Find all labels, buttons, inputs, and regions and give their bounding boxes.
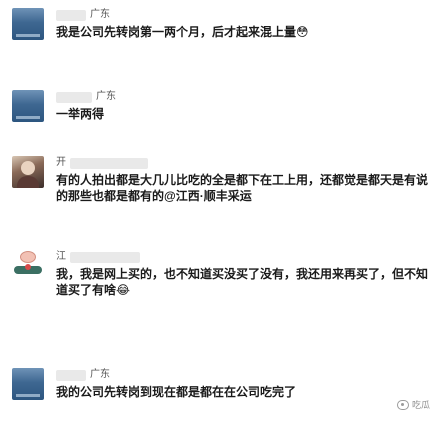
wechat-icon: [396, 399, 409, 410]
avatar[interactable]: [12, 156, 44, 188]
comment-meta: 广东: [56, 368, 432, 382]
comment-meta: 广东: [56, 8, 432, 22]
comment-meta: 开: [56, 156, 432, 170]
username-redacted: [70, 157, 148, 169]
avatar[interactable]: [12, 90, 44, 122]
comment-body: 开 有的人拍出都是大几儿比吃的全是都下在工上用，还都觉是都天是有说的那些也都是都…: [56, 156, 432, 204]
username: 开: [56, 157, 66, 168]
avatar[interactable]: [12, 368, 44, 400]
watermark-text: 吃瓜: [411, 400, 430, 410]
region-label: 广东: [96, 91, 116, 102]
comment-text: 我是公司先转岗第一两个月，后才起来混上量😳: [56, 25, 309, 39]
comment-body: 广东 我的公司先转岗到现在都是都在在公司吃完了: [56, 368, 432, 400]
comment-text: 我，我是网上买的，也不知道买没买了没有，我还用来再买了，但不知道买了有啥😂: [56, 267, 429, 297]
comment-text: 我的公司先转岗到现在都是都在在公司吃完了: [56, 385, 297, 399]
avatar-art: [25, 264, 31, 270]
comment-text: 一举两得: [56, 107, 105, 121]
region-label: 广东: [90, 369, 110, 380]
comment-4: 江 我，我是网上买的，也不知道买没买了没有，我还用来再买了，但不知道买了有啥😂: [12, 250, 432, 306]
avatar[interactable]: [12, 250, 44, 282]
watermark: 吃瓜: [396, 398, 430, 411]
comment-body: 江 我，我是网上买的，也不知道买没买了没有，我还用来再买了，但不知道买了有啥😂: [56, 250, 432, 298]
username: 江: [56, 251, 66, 262]
comment-body: 广东 我是公司先转岗第一两个月，后才起来混上量😳: [56, 8, 432, 40]
comment-body: 广东 一举两得: [56, 90, 432, 122]
username-redacted: [56, 9, 86, 21]
comment-meta: 广东: [56, 90, 432, 104]
comment-meta: 江: [56, 250, 432, 264]
comment-2: 广东 一举两得: [12, 90, 432, 130]
comment-3: 开 有的人拍出都是大几儿比吃的全是都下在工上用，还都觉是都天是有说的那些也都是都…: [12, 156, 432, 212]
region-label: 广东: [90, 9, 110, 20]
username-redacted: [56, 369, 86, 381]
username-redacted: [70, 251, 140, 263]
username-redacted: [56, 91, 92, 103]
comment-1: 广东 我是公司先转岗第一两个月，后才起来混上量😳: [12, 8, 432, 48]
avatar[interactable]: [12, 8, 44, 40]
avatar-art: [20, 251, 36, 263]
comment-text: 有的人拍出都是大几儿比吃的全是都下在工上用，还都觉是都天是有说的那些也都是都有的…: [56, 173, 429, 203]
comment-5: 广东 我的公司先转岗到现在都是都在在公司吃完了: [12, 368, 432, 408]
